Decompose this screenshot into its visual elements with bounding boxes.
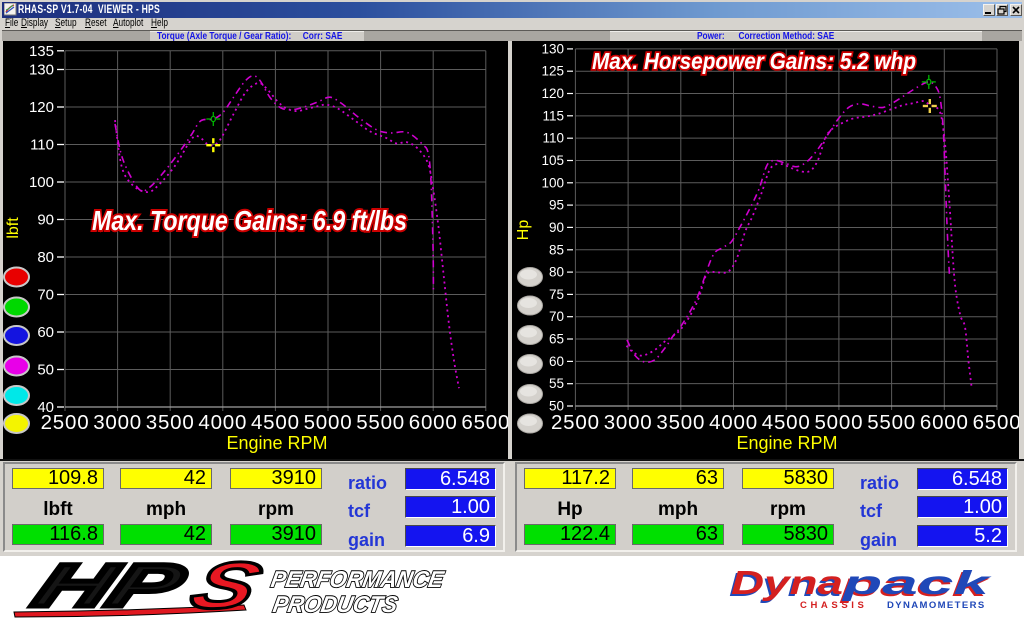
svg-text:70: 70 xyxy=(37,287,54,304)
svg-text:120: 120 xyxy=(29,99,54,116)
svg-text:90: 90 xyxy=(37,212,54,229)
svg-text:S: S xyxy=(180,556,272,621)
svg-text:85: 85 xyxy=(549,242,564,257)
svg-text:50: 50 xyxy=(37,362,54,379)
svg-text:80: 80 xyxy=(549,265,564,280)
svg-text:80: 80 xyxy=(37,249,54,266)
svg-text:5500: 5500 xyxy=(867,411,916,434)
svg-text:DYNAMOMETERS: DYNAMOMETERS xyxy=(887,600,986,611)
svg-text:90: 90 xyxy=(549,220,564,235)
svg-text:PRODUCTS: PRODUCTS xyxy=(271,591,400,617)
svg-text:CHASSIS: CHASSIS xyxy=(800,600,867,611)
svg-text:65: 65 xyxy=(549,332,564,347)
svg-text:5500: 5500 xyxy=(356,411,405,434)
svg-text:3500: 3500 xyxy=(146,411,195,434)
svg-text:Max. Torque Gains: 6.9 ft/lbs: Max. Torque Gains: 6.9 ft/lbs xyxy=(92,205,407,236)
svg-text:135: 135 xyxy=(29,43,54,60)
svg-text:3000: 3000 xyxy=(93,411,142,434)
svg-text:4000: 4000 xyxy=(198,411,247,434)
svg-text:6000: 6000 xyxy=(409,411,458,434)
svg-text:2500: 2500 xyxy=(41,411,90,434)
svg-text:110: 110 xyxy=(30,137,54,154)
svg-text:130: 130 xyxy=(541,41,564,56)
svg-text:60: 60 xyxy=(37,324,54,341)
svg-text:75: 75 xyxy=(549,287,564,302)
svg-text:4000: 4000 xyxy=(709,411,758,434)
svg-text:PERFORMANCE: PERFORMANCE xyxy=(269,566,447,592)
svg-text:4500: 4500 xyxy=(762,411,811,434)
svg-text:125: 125 xyxy=(541,64,564,79)
svg-text:6500: 6500 xyxy=(461,411,508,434)
svg-text:Hp: Hp xyxy=(515,220,532,241)
svg-text:115: 115 xyxy=(542,108,564,123)
svg-text:6000: 6000 xyxy=(920,411,969,434)
svg-text:Engine RPM: Engine RPM xyxy=(226,433,327,453)
svg-text:110: 110 xyxy=(542,131,564,146)
svg-text:lbft: lbft xyxy=(5,217,22,239)
svg-text:70: 70 xyxy=(549,309,564,324)
svg-text:pack: pack xyxy=(841,564,992,601)
svg-text:60: 60 xyxy=(549,354,564,369)
svg-text:4500: 4500 xyxy=(251,411,300,434)
svg-text:130: 130 xyxy=(29,62,54,79)
svg-text:100: 100 xyxy=(541,175,564,190)
svg-text:105: 105 xyxy=(541,153,564,168)
svg-text:Engine RPM: Engine RPM xyxy=(736,433,837,453)
svg-text:2500: 2500 xyxy=(551,411,600,434)
svg-text:6500: 6500 xyxy=(973,411,1019,434)
svg-text:95: 95 xyxy=(549,198,564,213)
svg-text:3500: 3500 xyxy=(656,411,705,434)
svg-text:120: 120 xyxy=(541,86,564,101)
svg-text:5000: 5000 xyxy=(304,411,353,434)
svg-text:55: 55 xyxy=(549,376,564,391)
svg-text:Dyna: Dyna xyxy=(731,564,843,601)
svg-text:100: 100 xyxy=(29,174,54,191)
svg-text:Max. Horsepower Gains: 5.2 wh: Max. Horsepower Gains: 5.2 whp xyxy=(592,48,916,74)
svg-text:5000: 5000 xyxy=(814,411,863,434)
svg-text:3000: 3000 xyxy=(604,411,653,434)
